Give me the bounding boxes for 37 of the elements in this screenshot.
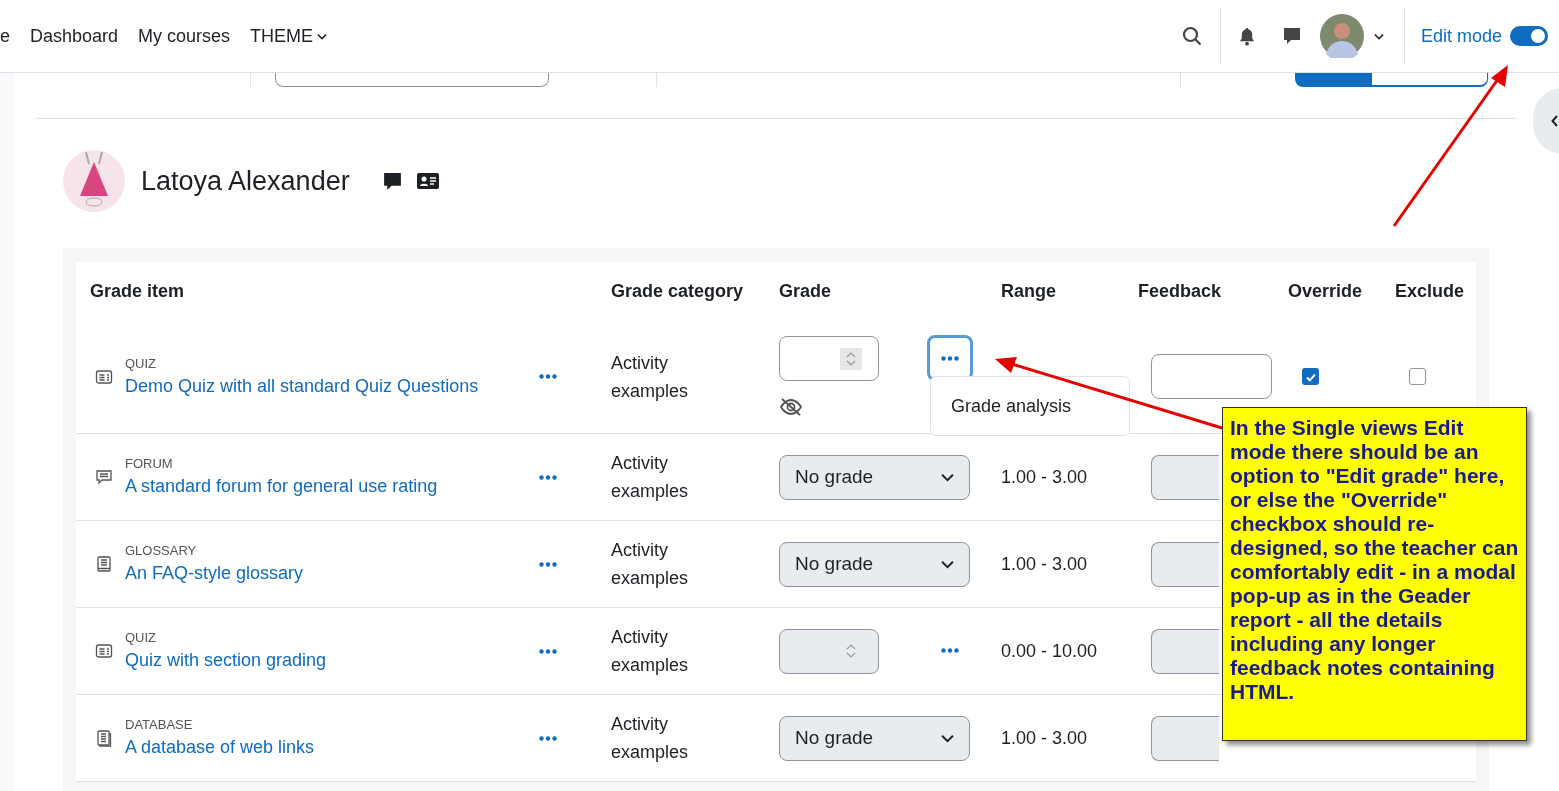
grade-item-link[interactable]: A database of web links: [125, 734, 525, 760]
item-type: FORUM: [125, 455, 174, 473]
column-header: Range: [1001, 279, 1057, 303]
grade-category: Activity examples: [611, 626, 690, 677]
grade-item-link[interactable]: A standard forum for general use rating: [125, 473, 525, 499]
grade-category: Activity examples: [611, 452, 690, 503]
item-type: QUIZ: [125, 629, 158, 647]
grade-select[interactable]: No grade: [779, 715, 970, 761]
range-value: 0.00 - 10.00: [1001, 639, 1099, 663]
grade-select[interactable]: No grade: [779, 541, 970, 587]
grade-category: Activity examples: [611, 713, 690, 764]
column-header: Feedback: [1138, 279, 1223, 303]
range-value: 1.00 - 3.00: [1001, 552, 1089, 576]
column-header: Grade: [779, 279, 833, 303]
range-value: 1.00 - 3.00: [1001, 465, 1089, 489]
grade-category: Activity examples: [611, 351, 690, 403]
column-header: Exclude: [1395, 279, 1466, 303]
nav-link[interactable]: My courses: [138, 22, 231, 50]
nav-link[interactable]: Dashboard: [30, 22, 119, 50]
grade-select[interactable]: No grade: [779, 454, 970, 500]
column-header: Grade category: [611, 279, 745, 303]
menu-item[interactable]: Grade analysis: [931, 392, 1072, 420]
edit-mode-label: Edit mode: [1420, 24, 1502, 48]
user-name: Latoya Alexander: [141, 164, 350, 198]
grade-item-link[interactable]: Quiz with section grading: [125, 647, 525, 673]
range-value: 1.00 - 3.00: [1001, 726, 1089, 750]
grade-item-link[interactable]: Demo Quiz with all standard Quiz Questions: [125, 372, 525, 399]
annotation-note: In the Single views Edit mode there should be an option to "Edit grade" here, or else the "Override" checkbox should re-designed, so the teacher can comfortably edit - in a modal pop-up as in the Geader report - all the details including any longer feedback notes containing HTML.: [1222, 407, 1527, 741]
item-type: DATABASE: [125, 716, 194, 734]
column-header: Grade item: [89, 279, 186, 303]
grade-category: Activity examples: [611, 539, 690, 590]
item-type: GLOSSARY: [125, 542, 198, 560]
column-header: Override: [1288, 279, 1364, 303]
nav-link[interactable]: e: [0, 22, 10, 50]
nav-link[interactable]: THEME: [250, 22, 328, 50]
grade-item-link[interactable]: An FAQ-style glossary: [125, 560, 525, 586]
item-type: QUIZ: [125, 354, 158, 373]
